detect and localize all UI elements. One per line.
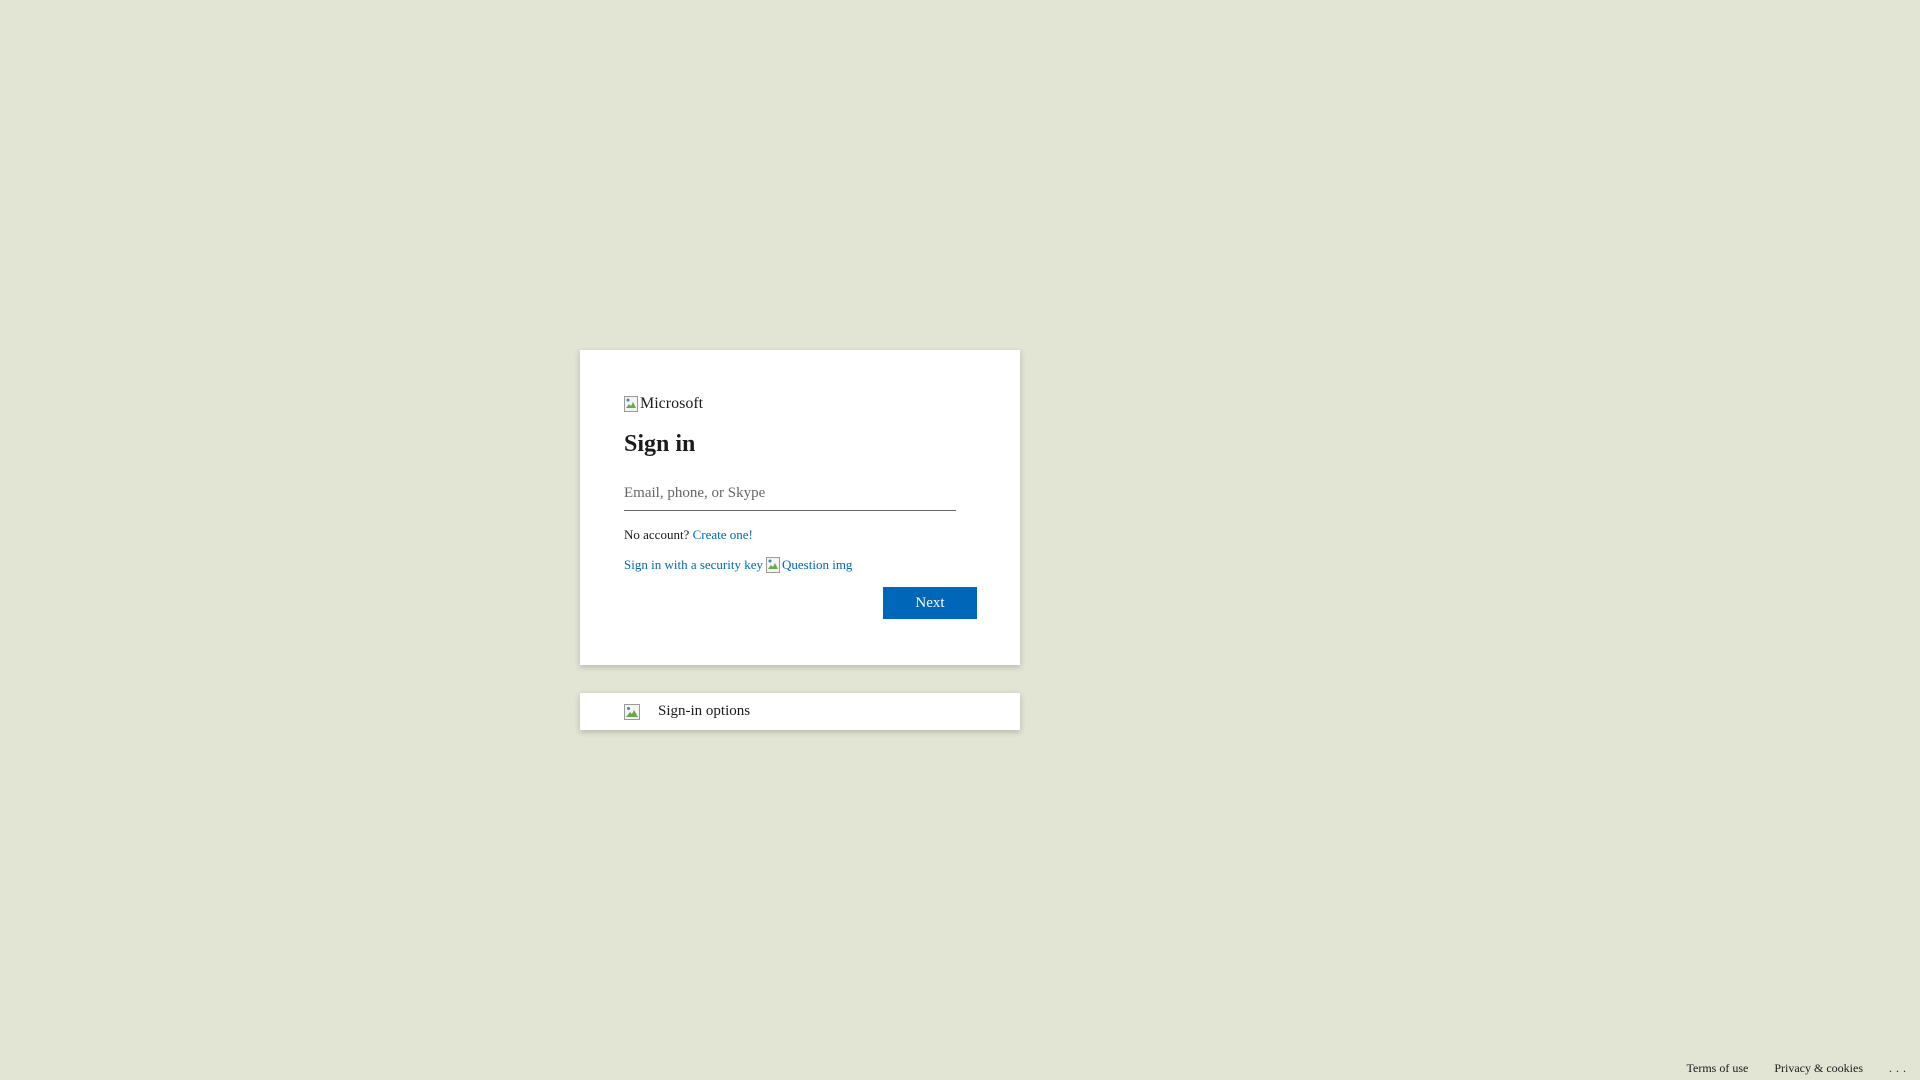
more-options-button[interactable]: ... (1889, 1061, 1910, 1076)
no-account-text: No account? (624, 527, 690, 542)
next-button[interactable]: Next (883, 587, 977, 619)
question-icon[interactable]: Question img (766, 557, 852, 573)
sign-in-options-label: Sign-in options (658, 703, 751, 719)
broken-image-icon (766, 557, 781, 573)
privacy-cookies-link[interactable]: Privacy & cookies (1774, 1061, 1863, 1076)
footer: Terms of use Privacy & cookies ... (1661, 1061, 1910, 1076)
broken-image-icon (624, 703, 640, 720)
broken-image-icon (624, 396, 638, 412)
create-account-link[interactable]: Create one! (693, 527, 753, 542)
question-alt-text: Question img (782, 557, 853, 572)
security-key-link[interactable]: Sign in with a security key (624, 557, 763, 573)
no-account-row: No account? Create one! (624, 527, 976, 543)
terms-of-use-link[interactable]: Terms of use (1687, 1061, 1749, 1076)
logo-alt-text: Microsoft (640, 395, 704, 412)
sign-in-card: Microsoft Sign in No account? Create one… (580, 350, 1020, 665)
email-field-container (624, 478, 956, 511)
email-field[interactable] (624, 478, 956, 508)
next-row: Next (624, 587, 977, 619)
sign-in-options-button[interactable]: Sign-in options (580, 693, 1020, 730)
page-title: Sign in (624, 431, 696, 457)
security-key-row: Sign in with a security key Question img (624, 557, 976, 573)
microsoft-logo: Microsoft (624, 394, 976, 414)
